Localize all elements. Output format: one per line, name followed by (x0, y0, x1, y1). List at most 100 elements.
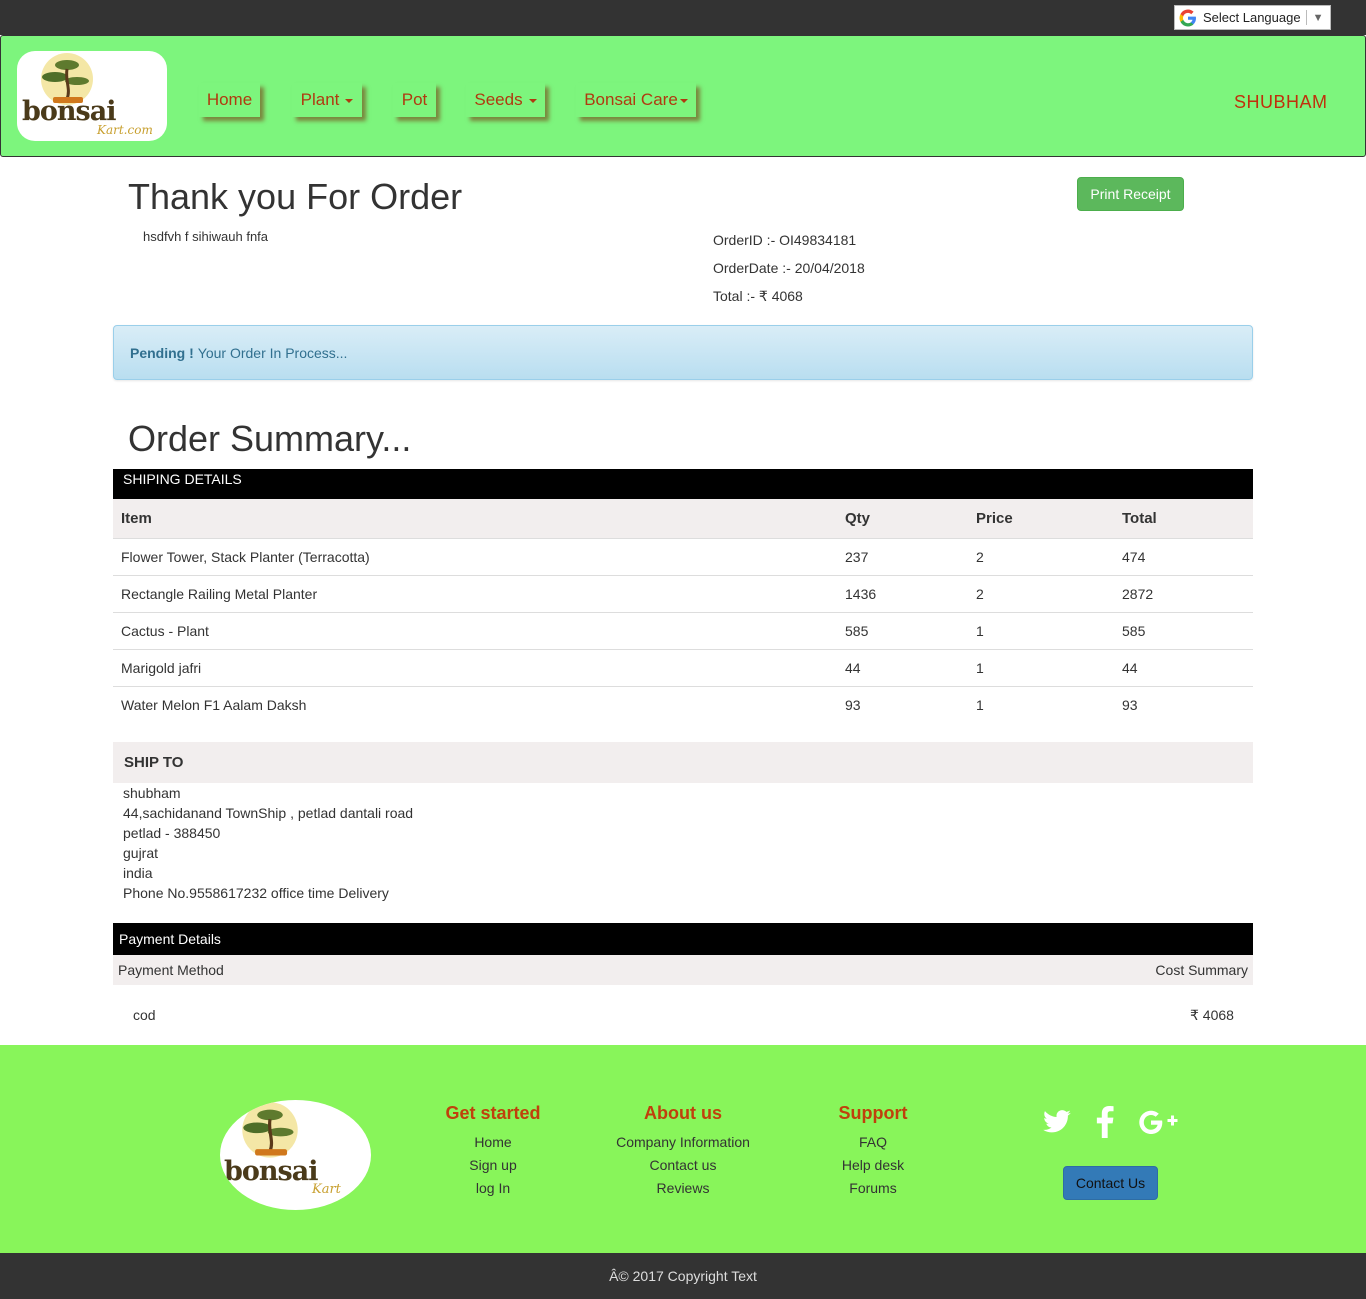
nav-plant[interactable]: Plant (292, 83, 362, 117)
item-qty: 93 (845, 696, 861, 713)
logo-subtext: Kart.com (97, 123, 153, 137)
table-row: Marigold jafri 44 1 44 (113, 649, 1253, 687)
twitter-icon[interactable] (1041, 1107, 1073, 1137)
column-header-total: Total (1114, 499, 1253, 539)
order-items-table: Item Qty Price Total Flower Tower, Stack… (113, 499, 1253, 723)
nav-seeds[interactable]: Seeds (466, 83, 545, 117)
item-name: Flower Tower, Stack Planter (Terracotta) (113, 538, 837, 576)
footer-link-company-information[interactable]: Company Information (593, 1134, 773, 1157)
page-title: Thank you For Order (128, 176, 463, 217)
ship-to-label: SHIP TO (124, 754, 184, 771)
footer-column-title: Support (838, 1103, 908, 1123)
dropdown-triangle-icon: ▼ (1312, 11, 1324, 24)
table-row: Flower Tower, Stack Planter (Terracotta)… (113, 538, 1253, 576)
payment-subheader: Payment Method Cost Summary (113, 955, 1253, 985)
nav-home[interactable]: Home (199, 83, 260, 117)
nav-pot-label: Pot (401, 90, 428, 109)
footer-link-help-desk[interactable]: Help desk (783, 1157, 963, 1180)
order-total: Total :- ₹ 4068 (713, 288, 803, 304)
language-separator (1305, 10, 1307, 25)
footer-column-get-started: Get started Home Sign up log In (403, 1103, 583, 1203)
language-label: Select Language (1203, 10, 1301, 25)
status-strong: Pending ! (130, 344, 194, 361)
nav-bonsai-care[interactable]: Bonsai Care (576, 83, 696, 117)
footer-column-support: Support FAQ Help desk Forums (783, 1103, 963, 1203)
item-price: 2 (968, 575, 1114, 613)
address-line: shubham (123, 785, 181, 801)
table-row: Rectangle Railing Metal Planter 1436 2 2… (113, 575, 1253, 613)
nav-plant-label: Plant (300, 90, 340, 109)
top-bar: Select Language ▼ (0, 0, 1366, 35)
payment-method-label: Payment Method (118, 962, 224, 978)
main-navbar: bonsai Kart.com Home Plant Pot Seeds Bon… (0, 35, 1366, 157)
nav-home-label: Home (206, 90, 253, 109)
address-line: india (123, 865, 153, 881)
address-line: gujrat (123, 845, 159, 861)
footer-link-contact-us[interactable]: Contact us (593, 1157, 773, 1180)
order-note: hsdfvh f sihiwauh fnfa (143, 229, 269, 244)
footer-link-log-in[interactable]: log In (403, 1180, 583, 1203)
payment-details-bar: Payment Details (113, 923, 1253, 955)
site-logo[interactable]: bonsai Kart.com (17, 51, 167, 141)
order-date: OrderDate :- 20/04/2018 (713, 260, 865, 276)
footer-column-about-us: About us Company Information Contact us … (593, 1103, 773, 1203)
column-header-item: Item (113, 499, 837, 539)
item-price: 1 (976, 696, 984, 713)
item-price: 1 (968, 612, 1114, 650)
item-total: 585 (1114, 612, 1253, 650)
item-qty: 1436 (837, 575, 968, 613)
nav-bonsai-care-label: Bonsai Care (584, 90, 678, 109)
facebook-icon[interactable] (1094, 1106, 1116, 1138)
google-plus-icon[interactable] (1137, 1108, 1181, 1136)
item-name: Water Melon F1 Aalam Daksh (121, 696, 307, 713)
bonsai-tree-icon (242, 1102, 298, 1158)
user-menu[interactable]: SHUBHAM (1234, 92, 1328, 113)
caret-down-icon (345, 99, 354, 103)
caret-down-icon (528, 99, 537, 103)
status-text: Your Order In Process... (197, 344, 348, 361)
payment-details-label: Payment Details (119, 931, 221, 947)
table-row: Cactus - Plant 585 1 585 (113, 612, 1253, 650)
item-total: 2872 (1114, 575, 1253, 613)
column-header-qty: Qty (837, 499, 968, 539)
footer-column-title: About us (644, 1103, 722, 1123)
item-name: Marigold jafri (113, 649, 837, 687)
item-total: 93 (1122, 696, 1138, 713)
payment-method-value: cod (133, 1007, 156, 1023)
item-total: 474 (1114, 538, 1253, 576)
item-total: 44 (1114, 649, 1253, 687)
footer-link-faq[interactable]: FAQ (783, 1134, 963, 1157)
cost-summary-value: ₹ 4068 (1190, 1007, 1234, 1023)
item-qty: 585 (837, 612, 968, 650)
language-select[interactable]: Select Language ▼ (1174, 5, 1331, 30)
caret-down-icon (679, 99, 688, 103)
nav-seeds-label: Seeds (474, 90, 523, 109)
order-summary-title: Order Summary... (128, 418, 412, 459)
cost-summary-label: Cost Summary (1155, 962, 1248, 978)
footer-logo[interactable]: bonsai Kart (220, 1100, 371, 1210)
item-name: Cactus - Plant (113, 612, 837, 650)
contact-us-button[interactable]: Contact Us (1063, 1166, 1158, 1200)
item-name: Rectangle Railing Metal Planter (113, 575, 837, 613)
order-id: OrderID :- OI49834181 (713, 232, 857, 248)
address-line: petlad - 388450 (123, 825, 221, 841)
copyright-text: Â© 2017 Copyright Text (609, 1268, 757, 1284)
footer-link-sign-up[interactable]: Sign up (403, 1157, 583, 1180)
footer-link-reviews[interactable]: Reviews (593, 1180, 773, 1203)
footer-link-forums[interactable]: Forums (783, 1180, 963, 1203)
footer-logo-wordmark: bonsai (224, 1156, 318, 1187)
item-qty: 237 (837, 538, 968, 576)
footer-link-home[interactable]: Home (403, 1134, 583, 1157)
site-footer: bonsai Kart Get started Home Sign up log… (0, 1045, 1366, 1253)
shipping-details-bar: SHIPING DETAILS (113, 469, 1253, 499)
order-status-alert: Pending ! Your Order In Process... (113, 325, 1253, 380)
address-line: 44,sachidanand TownShip , petlad dantali… (123, 805, 414, 821)
table-row: Water Melon F1 Aalam Daksh 93 1 93 (113, 686, 1253, 723)
column-header-price: Price (968, 499, 1114, 539)
google-icon (1179, 9, 1196, 26)
print-receipt-button[interactable]: Print Receipt (1077, 177, 1184, 211)
item-price: 1 (968, 649, 1114, 687)
shipping-details-label: SHIPING DETAILS (123, 471, 242, 487)
nav-pot[interactable]: Pot (393, 83, 436, 117)
footer-column-title: Get started (445, 1103, 541, 1123)
